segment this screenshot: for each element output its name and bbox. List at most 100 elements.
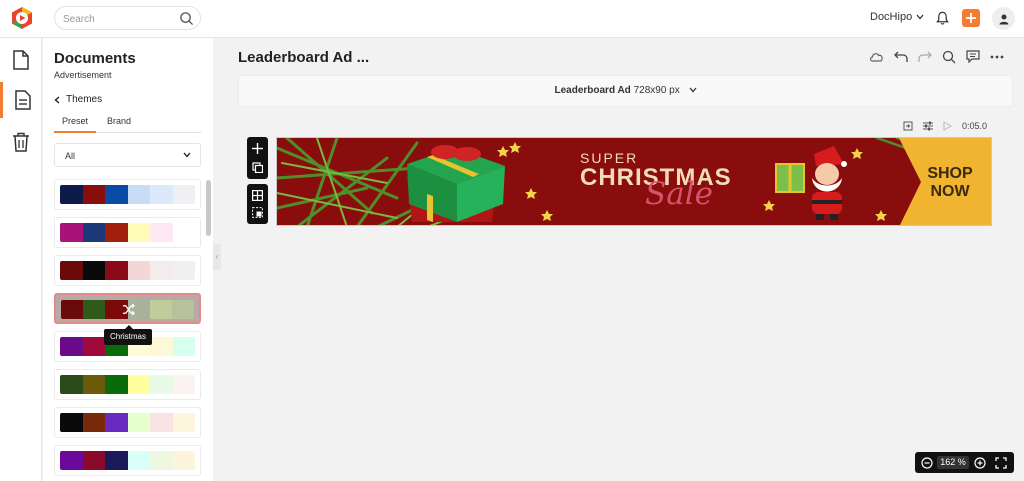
chevron-down-icon (916, 14, 924, 20)
panel-subtitle: Advertisement (54, 70, 112, 80)
rail-item-trash[interactable] (0, 124, 42, 160)
color-chip (105, 223, 128, 242)
color-chip (61, 300, 84, 319)
brand-menu[interactable]: DocHipo (870, 11, 924, 23)
color-chip (105, 375, 128, 394)
theme-swatch-row[interactable] (54, 445, 201, 476)
santa-image (775, 146, 847, 220)
themes-panel: Documents Advertisement Themes Preset Br… (43, 38, 213, 481)
top-bar: DocHipo (0, 0, 1024, 38)
color-chip (60, 261, 83, 280)
theme-swatch-row[interactable] (54, 369, 201, 400)
theme-swatch-row[interactable] (54, 217, 201, 248)
undo-button[interactable] (893, 49, 908, 64)
color-chip (82, 451, 105, 470)
theme-swatch-row[interactable] (54, 255, 201, 286)
collapse-panel-handle[interactable]: ‹ (213, 244, 221, 270)
app-logo[interactable] (10, 6, 34, 30)
layout-tools (247, 184, 268, 224)
color-chip (172, 375, 195, 394)
search-icon (942, 50, 955, 63)
tab-preset[interactable]: Preset (54, 116, 97, 133)
color-chip (150, 185, 173, 204)
timeline-duration: 0:05.0 (962, 121, 988, 131)
search-input[interactable] (63, 11, 173, 27)
page-icon (13, 50, 29, 70)
grid-icon (252, 190, 263, 201)
shop-now-button[interactable]: SHOP NOW (925, 165, 975, 201)
color-chip (82, 223, 105, 242)
chevron-down-icon (689, 87, 697, 93)
color-chip (105, 451, 128, 470)
cloud-icon (870, 53, 883, 62)
fullscreen-button[interactable] (994, 456, 1007, 469)
color-chip (105, 261, 128, 280)
color-chip (150, 413, 173, 432)
trash-icon (13, 132, 29, 152)
color-chip (83, 300, 106, 319)
add-element-button[interactable] (250, 141, 265, 156)
panel-scrollbar[interactable] (206, 180, 211, 236)
document-icon (14, 90, 31, 110)
back-to-themes[interactable]: Themes (54, 94, 102, 105)
tab-brand[interactable]: Brand (99, 116, 139, 133)
cloud-save-button[interactable] (869, 49, 884, 64)
canvas-size-selector[interactable]: Leaderboard Ad 728x90 px (238, 75, 1013, 107)
color-chip (60, 413, 83, 432)
fullscreen-icon (994, 456, 1007, 469)
rail-item-page[interactable] (0, 42, 42, 78)
color-chip (150, 375, 173, 394)
duplicate-icon (252, 162, 263, 173)
bell-icon[interactable] (935, 10, 950, 26)
duplicate-button[interactable] (250, 160, 265, 175)
zoom-value[interactable]: 162 % (937, 456, 969, 469)
redo-button[interactable] (917, 49, 932, 64)
play-icon[interactable] (943, 121, 952, 131)
find-button[interactable] (941, 49, 956, 64)
color-chip (149, 300, 172, 319)
color-chip (127, 375, 150, 394)
left-rail (0, 38, 42, 481)
shuffle-icon[interactable] (122, 303, 135, 316)
avatar[interactable] (992, 7, 1015, 30)
export-icon[interactable] (903, 121, 913, 131)
color-chip (172, 413, 195, 432)
more-options-button[interactable] (989, 49, 1004, 64)
theme-swatch-row[interactable] (54, 407, 201, 438)
search-icon[interactable] (179, 11, 194, 26)
theme-swatch-row[interactable] (54, 293, 201, 324)
color-chip (150, 337, 173, 356)
color-chip (82, 413, 105, 432)
resize-button[interactable] (250, 205, 265, 220)
plus-icon (966, 13, 976, 23)
zoom-out-icon (920, 456, 933, 469)
zoom-in-button[interactable] (973, 456, 986, 469)
color-chip (150, 261, 173, 280)
create-button[interactable] (962, 9, 980, 27)
color-chip (172, 261, 195, 280)
color-chip (60, 451, 83, 470)
panel-title: Documents (54, 50, 136, 67)
color-chip (172, 337, 195, 356)
theme-swatch-row[interactable] (54, 179, 201, 210)
brand-menu-label: DocHipo (870, 11, 913, 23)
chevron-down-icon (183, 152, 191, 158)
color-chip (105, 413, 128, 432)
size-name: Leaderboard Ad (554, 85, 631, 96)
color-chip (82, 375, 105, 394)
theme-filter-select[interactable]: All (54, 143, 201, 167)
editor-toolbar (869, 49, 1004, 64)
color-chip (127, 185, 150, 204)
user-icon (999, 14, 1008, 24)
comment-icon (965, 50, 980, 63)
zoom-out-button[interactable] (920, 456, 933, 469)
color-chip (172, 451, 195, 470)
comments-button[interactable] (965, 49, 980, 64)
document-title[interactable]: Leaderboard Ad ... (238, 49, 369, 66)
search-box[interactable] (54, 6, 201, 30)
banner-canvas[interactable]: SUPER CHRISTMAS Sale SHOP NOW (276, 137, 992, 226)
grid-button[interactable] (250, 188, 265, 203)
rail-item-documents[interactable] (0, 82, 42, 118)
color-chip (127, 451, 150, 470)
settings-sliders-icon[interactable] (923, 121, 933, 131)
